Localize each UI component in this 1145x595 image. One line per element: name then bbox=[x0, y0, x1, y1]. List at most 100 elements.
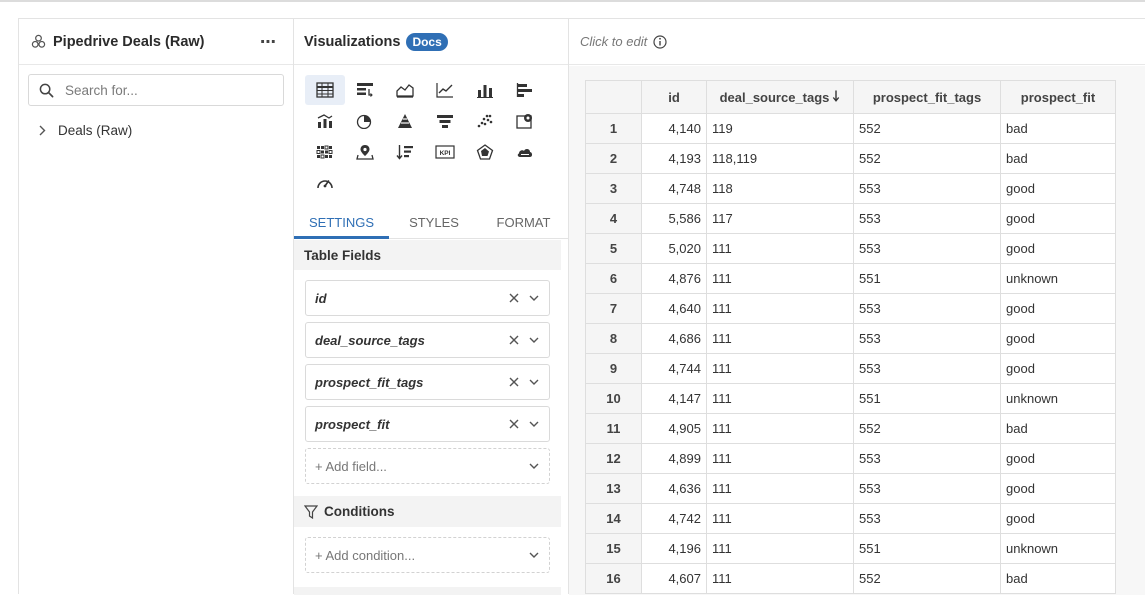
field-search-box[interactable] bbox=[28, 74, 284, 106]
column-header-prospect-fit-tags[interactable]: prospect_fit_tags bbox=[853, 80, 1001, 114]
chevron-right-icon[interactable] bbox=[38, 125, 50, 136]
search-icon bbox=[39, 82, 55, 98]
search-input[interactable] bbox=[65, 82, 265, 98]
conditions-list: + Add condition... bbox=[294, 527, 561, 587]
table-row: 14 4,742 111 553 good bbox=[585, 503, 1116, 534]
data-source-header: Pipedrive Deals (Raw) ⋯ bbox=[19, 19, 293, 65]
table-body: 1 4,140 119 552 bad 2 4,193 118,119 552 bad 3 4,748… bbox=[585, 113, 1116, 594]
line-chart-icon[interactable] bbox=[425, 75, 465, 105]
gauge-icon[interactable] bbox=[305, 168, 345, 198]
kpi-icon[interactable]: KPI bbox=[425, 137, 465, 167]
cell-id: 4,744 bbox=[641, 353, 707, 384]
heatmap-icon[interactable] bbox=[305, 137, 345, 167]
bar-chart-icon[interactable] bbox=[465, 75, 505, 105]
table-row: 16 4,607 111 552 bad bbox=[585, 563, 1116, 594]
field-pill-prospect-fit[interactable]: prospect_fit bbox=[305, 406, 550, 442]
cell-deal-source-tags: 118,119 bbox=[706, 143, 854, 174]
more-options-icon[interactable]: ⋯ bbox=[256, 32, 281, 52]
chart-title-bar[interactable]: Click to edit bbox=[569, 19, 1145, 65]
tab-settings[interactable]: SETTINGS bbox=[294, 211, 389, 239]
settings-scrollbar[interactable] bbox=[561, 240, 568, 595]
add-field-label: + Add field... bbox=[315, 458, 387, 474]
cell-deal-source-tags: 118 bbox=[706, 173, 854, 204]
chevron-down-icon[interactable] bbox=[529, 334, 541, 346]
combo-chart-icon[interactable] bbox=[305, 106, 345, 136]
cell-id: 4,147 bbox=[641, 383, 707, 414]
add-field-button[interactable]: + Add field... bbox=[305, 448, 550, 484]
map-pin-icon[interactable] bbox=[505, 106, 545, 136]
cell-id: 4,905 bbox=[641, 413, 707, 444]
cell-prospect-fit-tags: 553 bbox=[853, 323, 1001, 354]
column-header-prospect-fit[interactable]: prospect_fit bbox=[1000, 80, 1116, 114]
field-name: prospect_fit_tags bbox=[315, 374, 424, 390]
column-header-id[interactable]: id bbox=[641, 80, 707, 114]
chevron-down-icon[interactable] bbox=[529, 418, 541, 430]
pie-chart-icon[interactable] bbox=[345, 106, 385, 136]
dataset-icon bbox=[31, 34, 47, 50]
cell-deal-source-tags: 111 bbox=[706, 353, 854, 384]
row-number: 5 bbox=[585, 233, 642, 264]
table-row: 9 4,744 111 553 good bbox=[585, 353, 1116, 384]
field-pill-id[interactable]: id bbox=[305, 280, 550, 316]
click-to-edit-title[interactable]: Click to edit bbox=[580, 34, 647, 49]
field-pill-prospect-fit-tags[interactable]: prospect_fit_tags bbox=[305, 364, 550, 400]
add-condition-label: + Add condition... bbox=[315, 547, 416, 563]
tab-format[interactable]: FORMAT bbox=[479, 211, 568, 239]
geo-map-icon[interactable] bbox=[345, 137, 385, 167]
word-cloud-icon[interactable] bbox=[505, 137, 545, 167]
field-pill-deal-source-tags[interactable]: deal_source_tags bbox=[305, 322, 550, 358]
chevron-down-icon[interactable] bbox=[529, 376, 541, 388]
table-row: 2 4,193 118,119 552 bad bbox=[585, 143, 1116, 174]
table-row: 15 4,196 111 551 unknown bbox=[585, 533, 1116, 564]
field-name: id bbox=[315, 290, 327, 306]
row-number: 9 bbox=[585, 353, 642, 384]
table-row: 3 4,748 118 553 good bbox=[585, 173, 1116, 204]
cell-id: 4,748 bbox=[641, 173, 707, 204]
docs-link[interactable]: Docs bbox=[406, 32, 448, 51]
table-row: 5 5,020 111 553 good bbox=[585, 233, 1116, 264]
tree-item-deals-raw[interactable]: Deals (Raw) bbox=[38, 123, 293, 138]
remove-field-icon[interactable] bbox=[507, 333, 521, 347]
horizontal-bar-chart-icon[interactable] bbox=[505, 75, 545, 105]
pyramid-chart-icon[interactable] bbox=[385, 106, 425, 136]
cell-prospect-fit: good bbox=[1000, 203, 1116, 234]
row-number: 15 bbox=[585, 533, 642, 564]
cell-prospect-fit: good bbox=[1000, 473, 1116, 504]
sorted-list-icon[interactable] bbox=[385, 137, 425, 167]
table-row: 10 4,147 111 551 unknown bbox=[585, 383, 1116, 414]
table-icon[interactable] bbox=[305, 75, 345, 105]
conditions-header: Conditions bbox=[294, 496, 561, 527]
filter-icon bbox=[304, 504, 318, 519]
cell-prospect-fit-tags: 551 bbox=[853, 263, 1001, 294]
row-number: 4 bbox=[585, 203, 642, 234]
settings-body: Table Fields id deal_source_tags prospec… bbox=[294, 240, 561, 595]
cell-deal-source-tags: 111 bbox=[706, 293, 854, 324]
remove-field-icon[interactable] bbox=[507, 291, 521, 305]
scatter-chart-icon[interactable] bbox=[465, 106, 505, 136]
data-source-panel: Pipedrive Deals (Raw) ⋯ Deals (Raw) bbox=[18, 18, 294, 594]
cell-deal-source-tags: 111 bbox=[706, 263, 854, 294]
area-chart-icon[interactable] bbox=[385, 75, 425, 105]
column-header-deal-source-tags[interactable]: deal_source_tags bbox=[706, 80, 854, 114]
cell-deal-source-tags: 111 bbox=[706, 533, 854, 564]
table-header-row: id deal_source_tags prospect_fit_tags pr… bbox=[585, 80, 1116, 114]
radar-chart-icon[interactable] bbox=[465, 137, 505, 167]
pivot-table-icon[interactable] bbox=[345, 75, 385, 105]
cell-prospect-fit-tags: 553 bbox=[853, 233, 1001, 264]
chevron-down-icon[interactable] bbox=[529, 549, 541, 561]
cell-prospect-fit-tags: 553 bbox=[853, 473, 1001, 504]
chevron-down-icon[interactable] bbox=[529, 460, 541, 472]
remove-field-icon[interactable] bbox=[507, 375, 521, 389]
remove-field-icon[interactable] bbox=[507, 417, 521, 431]
row-number: 7 bbox=[585, 293, 642, 324]
visualizations-title: Visualizations bbox=[304, 33, 401, 50]
cell-prospect-fit-tags: 552 bbox=[853, 143, 1001, 174]
table-fields-title: Table Fields bbox=[304, 248, 382, 263]
funnel-chart-icon[interactable] bbox=[425, 106, 465, 136]
sort-descending-icon[interactable] bbox=[832, 90, 840, 105]
data-table: id deal_source_tags prospect_fit_tags pr… bbox=[585, 80, 1116, 594]
add-condition-button[interactable]: + Add condition... bbox=[305, 537, 550, 573]
tab-styles[interactable]: STYLES bbox=[389, 211, 479, 239]
chevron-down-icon[interactable] bbox=[529, 292, 541, 304]
info-icon[interactable] bbox=[653, 34, 667, 49]
